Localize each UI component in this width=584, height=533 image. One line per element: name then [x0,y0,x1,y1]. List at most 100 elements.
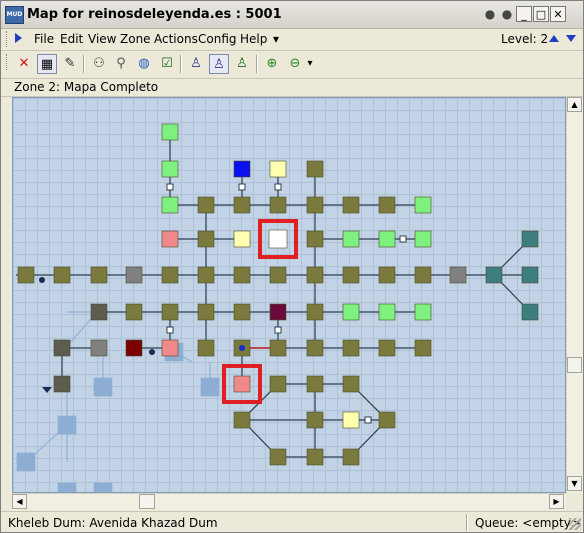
room-node[interactable] [53,375,71,393]
room-node[interactable] [197,196,215,214]
room-node[interactable] [268,229,288,249]
room-node[interactable] [414,303,432,321]
binoculars-icon[interactable]: ⚇ [89,54,109,74]
room-node[interactable] [93,377,113,397]
room-node[interactable] [16,452,36,472]
scroll-down-button[interactable]: ▼ [567,476,582,491]
room-node[interactable] [161,123,179,141]
room-node[interactable] [378,196,396,214]
check-icon[interactable]: ☑ [157,54,177,74]
room-node[interactable] [269,303,287,321]
horizontal-scrollbar[interactable]: ◀ ▶ [12,493,566,510]
menu-item-help[interactable]: Help [240,31,267,47]
room-node[interactable] [306,160,324,178]
room-node[interactable] [342,448,360,466]
level-down-icon[interactable] [566,35,576,42]
room-node[interactable] [90,339,108,357]
room-node[interactable] [197,303,215,321]
room-node[interactable] [306,339,324,357]
room-node[interactable] [378,230,396,248]
menu-item-actions[interactable]: Actions [154,31,198,47]
room-node[interactable] [233,303,251,321]
room-node[interactable] [93,482,113,492]
room-node[interactable] [197,266,215,284]
room-node[interactable] [342,266,360,284]
room-node[interactable] [233,411,251,429]
room-node[interactable] [197,230,215,248]
room-node[interactable] [125,303,143,321]
globe-icon[interactable]: ◍ [134,54,154,74]
room-node[interactable] [17,266,35,284]
room-node[interactable] [269,196,287,214]
room-node[interactable] [342,411,360,429]
menu-item-file[interactable]: File [34,31,54,47]
minimize-button[interactable]: _ [516,6,532,22]
room-node[interactable] [161,339,179,357]
grid-icon[interactable]: ▦ [37,54,57,74]
title-bar[interactable]: MUD Map for reinosdeleyenda.es : 5001 ● ●… [1,1,583,29]
walker-icon[interactable]: ♙ [232,54,252,74]
room-node[interactable] [342,196,360,214]
room-node[interactable] [306,375,324,393]
room-node[interactable] [161,196,179,214]
close-button[interactable]: ✕ [550,6,566,22]
room-node[interactable] [197,339,215,357]
room-node[interactable] [414,196,432,214]
room-node[interactable] [161,303,179,321]
room-node[interactable] [125,266,143,284]
room-node[interactable] [449,266,467,284]
zoom-in-icon[interactable]: ⊕ [262,54,282,74]
zoom-out-icon[interactable]: ⊖ [285,54,305,74]
resize-grip[interactable] [569,518,581,530]
room-node[interactable] [233,160,251,178]
room-node[interactable] [485,266,503,284]
status-icon[interactable]: ● [483,6,497,22]
magnifier-icon[interactable]: ⚲ [111,54,131,74]
dropdown-icon[interactable]: ▾ [305,54,315,74]
maximize-button[interactable]: □ [533,6,549,22]
room-node[interactable] [57,482,77,492]
map-canvas[interactable] [12,97,566,493]
map-graph[interactable] [13,98,565,492]
room-node[interactable] [90,266,108,284]
room-node[interactable] [269,160,287,178]
room-node[interactable] [414,230,432,248]
walker-list-icon[interactable]: ♙ [186,54,206,74]
scroll-right-button[interactable]: ▶ [549,494,564,509]
room-node[interactable] [233,230,251,248]
room-node[interactable] [53,266,71,284]
room-node[interactable] [306,411,324,429]
room-node[interactable] [269,448,287,466]
toolbar-grip[interactable] [6,54,10,70]
room-node[interactable] [306,196,324,214]
room-node[interactable] [306,448,324,466]
room-node[interactable] [200,377,220,397]
horizontal-scroll-thumb[interactable] [139,494,155,509]
delete-icon[interactable]: ✕ [14,54,34,74]
room-node[interactable] [161,160,179,178]
room-node[interactable] [90,303,108,321]
room-node[interactable] [161,266,179,284]
menu-item-zone[interactable]: Zone [120,31,151,47]
room-node[interactable] [521,266,539,284]
vertical-scrollbar[interactable]: ▲ ▼ [566,97,583,493]
level-up-icon[interactable] [549,35,559,42]
menu-item-config[interactable]: Config [198,31,237,47]
play-icon[interactable] [15,33,22,43]
room-node[interactable] [269,375,287,393]
vertical-scroll-thumb[interactable] [567,357,582,373]
room-node[interactable] [342,339,360,357]
room-node[interactable] [521,303,539,321]
room-node[interactable] [306,266,324,284]
menu-item-more[interactable]: ▾ [273,31,279,47]
room-node[interactable] [342,230,360,248]
room-node[interactable] [342,375,360,393]
room-node[interactable] [342,303,360,321]
room-node[interactable] [53,339,71,357]
room-node[interactable] [378,339,396,357]
room-node[interactable] [57,415,77,435]
room-node[interactable] [306,230,324,248]
room-node[interactable] [306,303,324,321]
menu-item-view[interactable]: View [88,31,116,47]
wand-icon[interactable]: ✎ [60,54,80,74]
